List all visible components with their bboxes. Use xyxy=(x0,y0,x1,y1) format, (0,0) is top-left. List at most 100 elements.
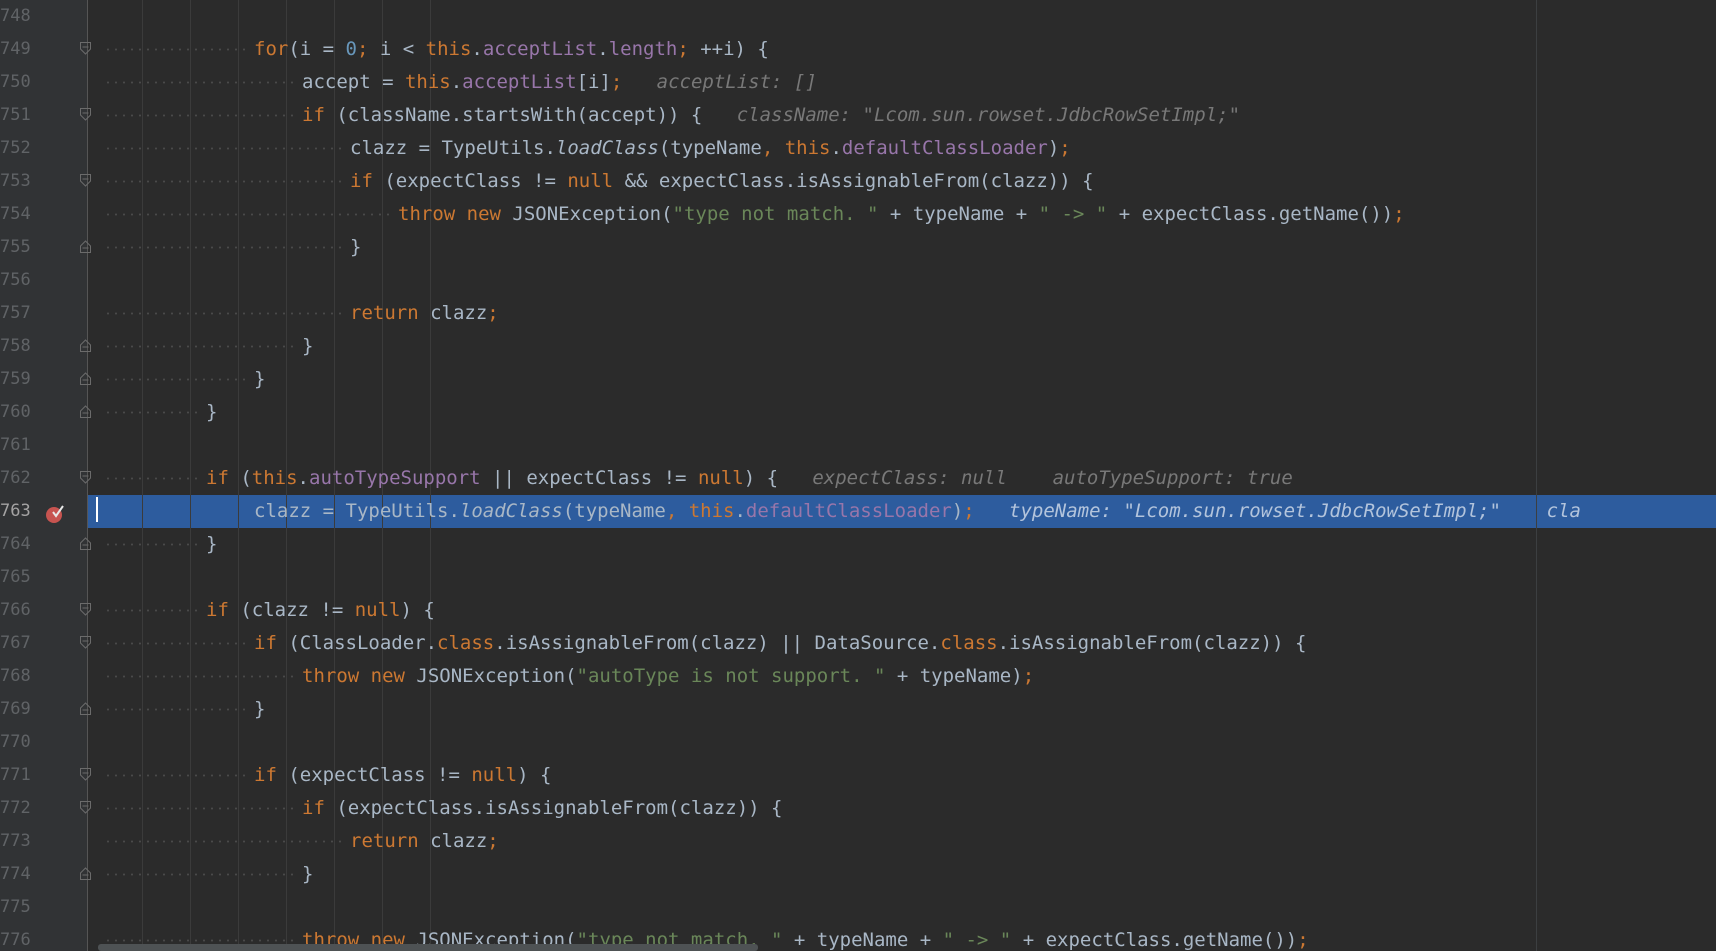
code-line[interactable]: 755} xyxy=(0,231,1716,264)
fold-marker-icon[interactable] xyxy=(80,603,91,616)
fold-marker-icon[interactable] xyxy=(80,42,91,55)
code-text[interactable]: if (clazz != null) { xyxy=(206,594,435,627)
code-line[interactable]: 748 xyxy=(0,0,1716,33)
line-number[interactable]: 773 xyxy=(0,825,31,858)
line-number[interactable]: 751 xyxy=(0,99,31,132)
fold-marker-icon[interactable] xyxy=(80,768,91,781)
code-line[interactable]: 758} xyxy=(0,330,1716,363)
fold-marker-icon[interactable] xyxy=(80,339,91,352)
line-number[interactable]: 756 xyxy=(0,264,31,297)
code-line[interactable]: 760} xyxy=(0,396,1716,429)
line-number[interactable]: 776 xyxy=(0,924,31,951)
line-number[interactable]: 775 xyxy=(0,891,31,924)
line-number[interactable]: 774 xyxy=(0,858,31,891)
whitespace-markers xyxy=(104,33,246,66)
code-line[interactable]: 766 if (clazz != null) { xyxy=(0,594,1716,627)
line-number[interactable]: 765 xyxy=(0,561,31,594)
current-execution-line[interactable]: 763 clazz = TypeUtils.loadClass(typeName,… xyxy=(0,495,1716,528)
line-number[interactable]: 753 xyxy=(0,165,31,198)
fold-marker-icon[interactable] xyxy=(80,405,91,418)
code-line[interactable]: 770 xyxy=(0,726,1716,759)
fold-marker-icon[interactable] xyxy=(80,108,91,121)
code-line[interactable]: 775 xyxy=(0,891,1716,924)
breakpoint-verified-icon[interactable] xyxy=(44,502,66,523)
fold-marker-icon[interactable] xyxy=(80,636,91,649)
fold-marker-icon[interactable] xyxy=(80,801,91,814)
code-text[interactable]: clazz = TypeUtils.loadClass(typeName, th… xyxy=(254,495,1581,528)
code-line[interactable]: 759} xyxy=(0,363,1716,396)
code-text[interactable]: if (expectClass.isAssignableFrom(clazz))… xyxy=(302,792,782,825)
line-number[interactable]: 754 xyxy=(0,198,31,231)
line-number[interactable]: 752 xyxy=(0,132,31,165)
code-text[interactable]: for(i = 0; i < this.acceptList.length; +… xyxy=(254,33,769,66)
line-number[interactable]: 760 xyxy=(0,396,31,429)
code-token: throw new xyxy=(302,665,417,687)
code-text[interactable]: if (className.startsWith(accept)) { clas… xyxy=(302,99,1240,132)
code-text[interactable]: if (this.autoTypeSupport || expectClass … xyxy=(206,462,1293,495)
line-number[interactable]: 761 xyxy=(0,429,31,462)
code-line[interactable]: 756 xyxy=(0,264,1716,297)
line-number[interactable]: 757 xyxy=(0,297,31,330)
horizontal-scrollbar-thumb[interactable] xyxy=(98,944,758,951)
code-line[interactable]: 768 throw new JSONException("autoType is … xyxy=(0,660,1716,693)
code-text[interactable]: throw new JSONException("type not match.… xyxy=(398,198,1405,231)
fold-marker-icon[interactable] xyxy=(80,537,91,550)
fold-marker-icon[interactable] xyxy=(80,471,91,484)
fold-marker-icon[interactable] xyxy=(80,702,91,715)
code-line[interactable]: 761 xyxy=(0,429,1716,462)
code-line[interactable]: 767 if (ClassLoader.class.isAssignableFro… xyxy=(0,627,1716,660)
code-text[interactable]: accept = this.acceptList[i]; acceptList:… xyxy=(302,66,817,99)
code-text[interactable]: return clazz; xyxy=(350,297,499,330)
line-number[interactable]: 768 xyxy=(0,660,31,693)
line-number[interactable]: 762 xyxy=(0,462,31,495)
code-line[interactable]: 750 accept = this.acceptList[i]; acceptLi… xyxy=(0,66,1716,99)
line-number[interactable]: 749 xyxy=(0,33,31,66)
code-text[interactable]: } xyxy=(302,330,313,363)
code-text[interactable]: return clazz; xyxy=(350,825,499,858)
code-text[interactable]: } xyxy=(254,693,265,726)
line-number[interactable]: 769 xyxy=(0,693,31,726)
line-number[interactable]: 767 xyxy=(0,627,31,660)
code-text[interactable]: throw new JSONException("autoType is not… xyxy=(302,660,1034,693)
code-text[interactable]: } xyxy=(206,396,217,429)
code-line[interactable]: 764} xyxy=(0,528,1716,561)
code-line[interactable]: 762 if (this.autoTypeSupport || expectCla… xyxy=(0,462,1716,495)
line-number[interactable]: 764 xyxy=(0,528,31,561)
code-text[interactable]: } xyxy=(350,231,361,264)
code-text[interactable]: clazz = TypeUtils.loadClass(typeName, th… xyxy=(350,132,1071,165)
code-line[interactable]: 752 clazz = TypeUtils.loadClass(typeName,… xyxy=(0,132,1716,165)
code-text[interactable]: } xyxy=(302,858,313,891)
line-number[interactable]: 759 xyxy=(0,363,31,396)
line-number[interactable]: 763 xyxy=(0,495,31,528)
code-line[interactable]: 757 return clazz; xyxy=(0,297,1716,330)
code-token: ) { xyxy=(400,599,435,621)
code-line[interactable]: 754 throw new JSONException("type not mat… xyxy=(0,198,1716,231)
fold-marker-icon[interactable] xyxy=(80,372,91,385)
code-line[interactable]: 769} xyxy=(0,693,1716,726)
code-line[interactable]: 753 if (expectClass != null && expectClas… xyxy=(0,165,1716,198)
code-line[interactable]: 774} xyxy=(0,858,1716,891)
code-text[interactable]: if (ClassLoader.class.isAssignableFrom(c… xyxy=(254,627,1306,660)
code-line[interactable]: 751 if (className.startsWith(accept)) { c… xyxy=(0,99,1716,132)
line-number[interactable]: 770 xyxy=(0,726,31,759)
code-line[interactable]: 772 if (expectClass.isAssignableFrom(claz… xyxy=(0,792,1716,825)
fold-marker-icon[interactable] xyxy=(80,240,91,253)
code-line[interactable]: 749 for(i = 0; i < this.acceptList.length… xyxy=(0,33,1716,66)
line-number[interactable]: 748 xyxy=(0,0,31,33)
code-line[interactable]: 773 return clazz; xyxy=(0,825,1716,858)
code-editor[interactable]: 748 749 for(i = 0; i < this.acceptList.len… xyxy=(0,0,1716,951)
line-number[interactable]: 758 xyxy=(0,330,31,363)
fold-marker-icon[interactable] xyxy=(80,174,91,187)
line-number[interactable]: 766 xyxy=(0,594,31,627)
code-text[interactable]: if (expectClass != null) { xyxy=(254,759,551,792)
line-number[interactable]: 771 xyxy=(0,759,31,792)
code-text[interactable]: } xyxy=(206,528,217,561)
code-line[interactable]: 771 if (expectClass != null) { xyxy=(0,759,1716,792)
fold-marker-icon[interactable] xyxy=(80,867,91,880)
code-text[interactable]: if (expectClass != null && expectClass.i… xyxy=(350,165,1094,198)
line-number[interactable]: 772 xyxy=(0,792,31,825)
line-number[interactable]: 750 xyxy=(0,66,31,99)
code-line[interactable]: 765 xyxy=(0,561,1716,594)
line-number[interactable]: 755 xyxy=(0,231,31,264)
code-text[interactable]: } xyxy=(254,363,265,396)
